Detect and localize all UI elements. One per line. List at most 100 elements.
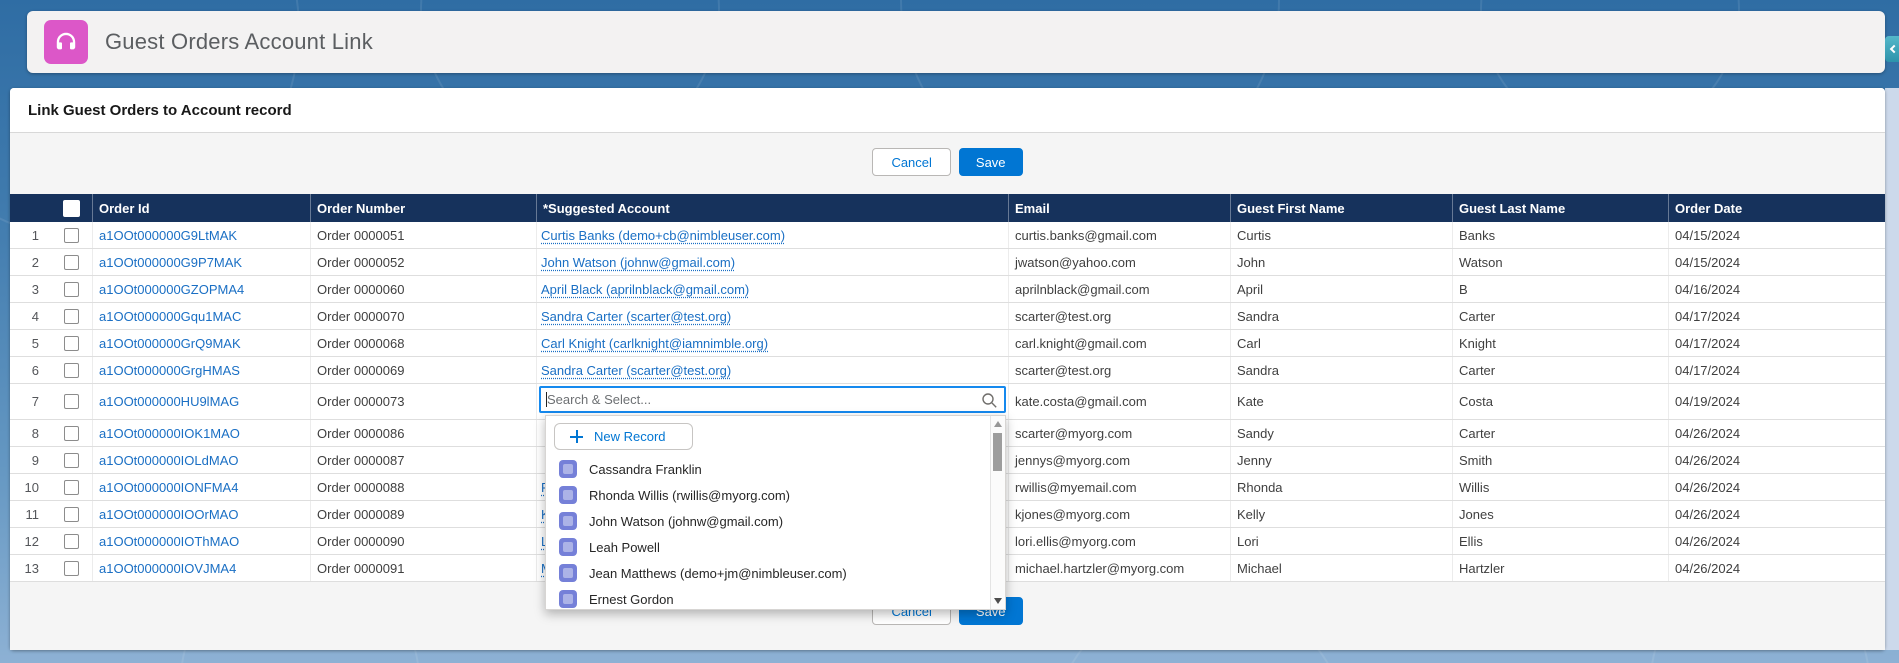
- row-checkbox[interactable]: [64, 426, 79, 441]
- row-checkbox[interactable]: [64, 507, 79, 522]
- email: curtis.banks@gmail.com: [1008, 222, 1230, 248]
- guest-last-name: Watson: [1452, 249, 1668, 275]
- guest-first-name-text: Curtis: [1237, 228, 1271, 243]
- suggested-account-link-text[interactable]: Carl Knight (carlknight@iamnimble.org): [541, 336, 768, 351]
- row-checkbox[interactable]: [64, 228, 79, 243]
- row-checkbox[interactable]: [64, 394, 79, 409]
- order-number: Order 0000052: [310, 249, 536, 275]
- row-number-text: 5: [32, 336, 39, 351]
- row-checkbox[interactable]: [64, 309, 79, 324]
- row-checkbox[interactable]: [64, 282, 79, 297]
- order-id-link-text[interactable]: a1OOt000000IONFMA4: [99, 480, 238, 495]
- guest-last-name: Smith: [1452, 447, 1668, 473]
- suggested-account-link[interactable]: Sandra Carter (scarter@test.org): [536, 303, 1008, 329]
- row-checkbox[interactable]: [64, 255, 79, 270]
- guest-last-name: B: [1452, 276, 1668, 302]
- text-cursor: [546, 392, 547, 407]
- guest-last-name: Knight: [1452, 330, 1668, 356]
- account-option[interactable]: Leah Powell: [546, 534, 989, 560]
- suggested-account-link-text[interactable]: John Watson (johnw@gmail.com): [541, 255, 735, 270]
- account-option[interactable]: John Watson (johnw@gmail.com): [546, 508, 989, 534]
- account-search-input[interactable]: [541, 388, 1004, 411]
- row-number: 6: [10, 357, 51, 383]
- row-number-text: 2: [32, 255, 39, 270]
- order-id-link[interactable]: a1OOt000000G9P7MAK: [92, 249, 310, 275]
- row-checkbox[interactable]: [64, 480, 79, 495]
- new-record-button[interactable]: New Record: [554, 423, 693, 450]
- account-option[interactable]: Cassandra Franklin: [546, 456, 989, 482]
- guest-last-name-text: Smith: [1459, 453, 1492, 468]
- select-all-checkbox[interactable]: [63, 200, 80, 217]
- row-checkbox[interactable]: [64, 336, 79, 351]
- order-id-link-text[interactable]: a1OOt000000IOOrMAO: [99, 507, 238, 522]
- order-id-link[interactable]: a1OOt000000IOLdMAO: [92, 447, 310, 473]
- order-id-link-text[interactable]: a1OOt000000GZOPMA4: [99, 282, 244, 297]
- order-id-link[interactable]: a1OOt000000IOThMAO: [92, 528, 310, 554]
- chevron-left-button[interactable]: [1885, 36, 1899, 62]
- scroll-down-icon[interactable]: [994, 598, 1002, 604]
- page-title: Link Guest Orders to Account record: [10, 88, 1885, 133]
- row-number-text: 7: [32, 394, 39, 409]
- account-option[interactable]: Jean Matthews (demo+jm@nimbleuser.com): [546, 560, 989, 586]
- email-text: rwillis@myemail.com: [1015, 480, 1137, 495]
- suggested-account-link[interactable]: John Watson (johnw@gmail.com): [536, 249, 1008, 275]
- suggested-account-link-text[interactable]: Sandra Carter (scarter@test.org): [541, 309, 731, 324]
- order-id-link-text[interactable]: a1OOt000000Gqu1MAC: [99, 309, 241, 324]
- suggested-account-link-text[interactable]: Sandra Carter (scarter@test.org): [541, 363, 731, 378]
- account-option-label: Leah Powell: [589, 540, 660, 555]
- order-id-link-text[interactable]: a1OOt000000IOLdMAO: [99, 453, 238, 468]
- order-id-link-text[interactable]: a1OOt000000GrgHMAS: [99, 363, 240, 378]
- scroll-up-icon[interactable]: [994, 421, 1002, 427]
- row-checkbox[interactable]: [64, 363, 79, 378]
- column-header-email: Email: [1008, 194, 1230, 222]
- row-checkbox[interactable]: [64, 561, 79, 576]
- save-button-top[interactable]: Save: [959, 148, 1023, 176]
- dropdown-scrollbar[interactable]: [990, 416, 1005, 609]
- table-row: 1a1OOt000000G9LtMAKOrder 0000051Curtis B…: [10, 222, 1885, 249]
- order-number-text: Order 0000070: [317, 309, 404, 324]
- suggested-account-link-text[interactable]: April Black (aprilnblack@gmail.com): [541, 282, 749, 297]
- order-id-link-text[interactable]: a1OOt000000IOThMAO: [99, 534, 239, 549]
- order-id-link[interactable]: a1OOt000000IONFMA4: [92, 474, 310, 500]
- order-id-link-text[interactable]: a1OOt000000G9P7MAK: [99, 255, 242, 270]
- account-option[interactable]: Rhonda Willis (rwillis@myorg.com): [546, 482, 989, 508]
- order-id-link[interactable]: a1OOt000000GrgHMAS: [92, 357, 310, 383]
- suggested-account-link-text[interactable]: Curtis Banks (demo+cb@nimbleuser.com): [541, 228, 785, 243]
- guest-last-name-text: Carter: [1459, 426, 1495, 441]
- order-number: Order 0000051: [310, 222, 536, 248]
- order-id-link[interactable]: a1OOt000000GZOPMA4: [92, 276, 310, 302]
- order-id-link-text[interactable]: a1OOt000000IOVJMA4: [99, 561, 236, 576]
- order-id-link-text[interactable]: a1OOt000000IOK1MAO: [99, 426, 240, 441]
- page-scrollbar-track[interactable]: [1885, 88, 1899, 650]
- order-id-link-text[interactable]: a1OOt000000HU9lMAG: [99, 394, 239, 409]
- order-date-text: 04/26/2024: [1675, 453, 1740, 468]
- row-checkbox-cell: [51, 384, 92, 419]
- page-background: Guest Orders Account Link Link Guest Ord…: [0, 0, 1899, 663]
- guest-first-name: Sandy: [1230, 420, 1452, 446]
- order-id-link[interactable]: a1OOt000000HU9lMAG: [92, 384, 310, 419]
- suggested-account-link[interactable]: Sandra Carter (scarter@test.org): [536, 357, 1008, 383]
- order-date-text: 04/15/2024: [1675, 228, 1740, 243]
- order-id-link[interactable]: a1OOt000000IOOrMAO: [92, 501, 310, 527]
- suggested-account-link[interactable]: Carl Knight (carlknight@iamnimble.org): [536, 330, 1008, 356]
- table-row: 6a1OOt000000GrgHMASOrder 0000069Sandra C…: [10, 357, 1885, 384]
- suggested-account-link[interactable]: April Black (aprilnblack@gmail.com): [536, 276, 1008, 302]
- order-id-link[interactable]: a1OOt000000Gqu1MAC: [92, 303, 310, 329]
- row-checkbox[interactable]: [64, 453, 79, 468]
- row-number: 2: [10, 249, 51, 275]
- suggested-account-link[interactable]: Curtis Banks (demo+cb@nimbleuser.com): [536, 222, 1008, 248]
- order-id-link[interactable]: a1OOt000000G9LtMAK: [92, 222, 310, 248]
- cancel-button-top[interactable]: Cancel: [872, 148, 950, 176]
- scrollbar-thumb[interactable]: [993, 433, 1002, 471]
- account-option[interactable]: Ernest Gordon: [546, 586, 989, 612]
- email: jennys@myorg.com: [1008, 447, 1230, 473]
- row-checkbox[interactable]: [64, 534, 79, 549]
- row-number: 10: [10, 474, 51, 500]
- order-id-link-text[interactable]: a1OOt000000GrQ9MAK: [99, 336, 241, 351]
- order-id-link[interactable]: a1OOt000000IOVJMA4: [92, 555, 310, 581]
- order-id-link-text[interactable]: a1OOt000000G9LtMAK: [99, 228, 237, 243]
- row-number: 13: [10, 555, 51, 581]
- order-id-link[interactable]: a1OOt000000IOK1MAO: [92, 420, 310, 446]
- order-number: Order 0000087: [310, 447, 536, 473]
- order-id-link[interactable]: a1OOt000000GrQ9MAK: [92, 330, 310, 356]
